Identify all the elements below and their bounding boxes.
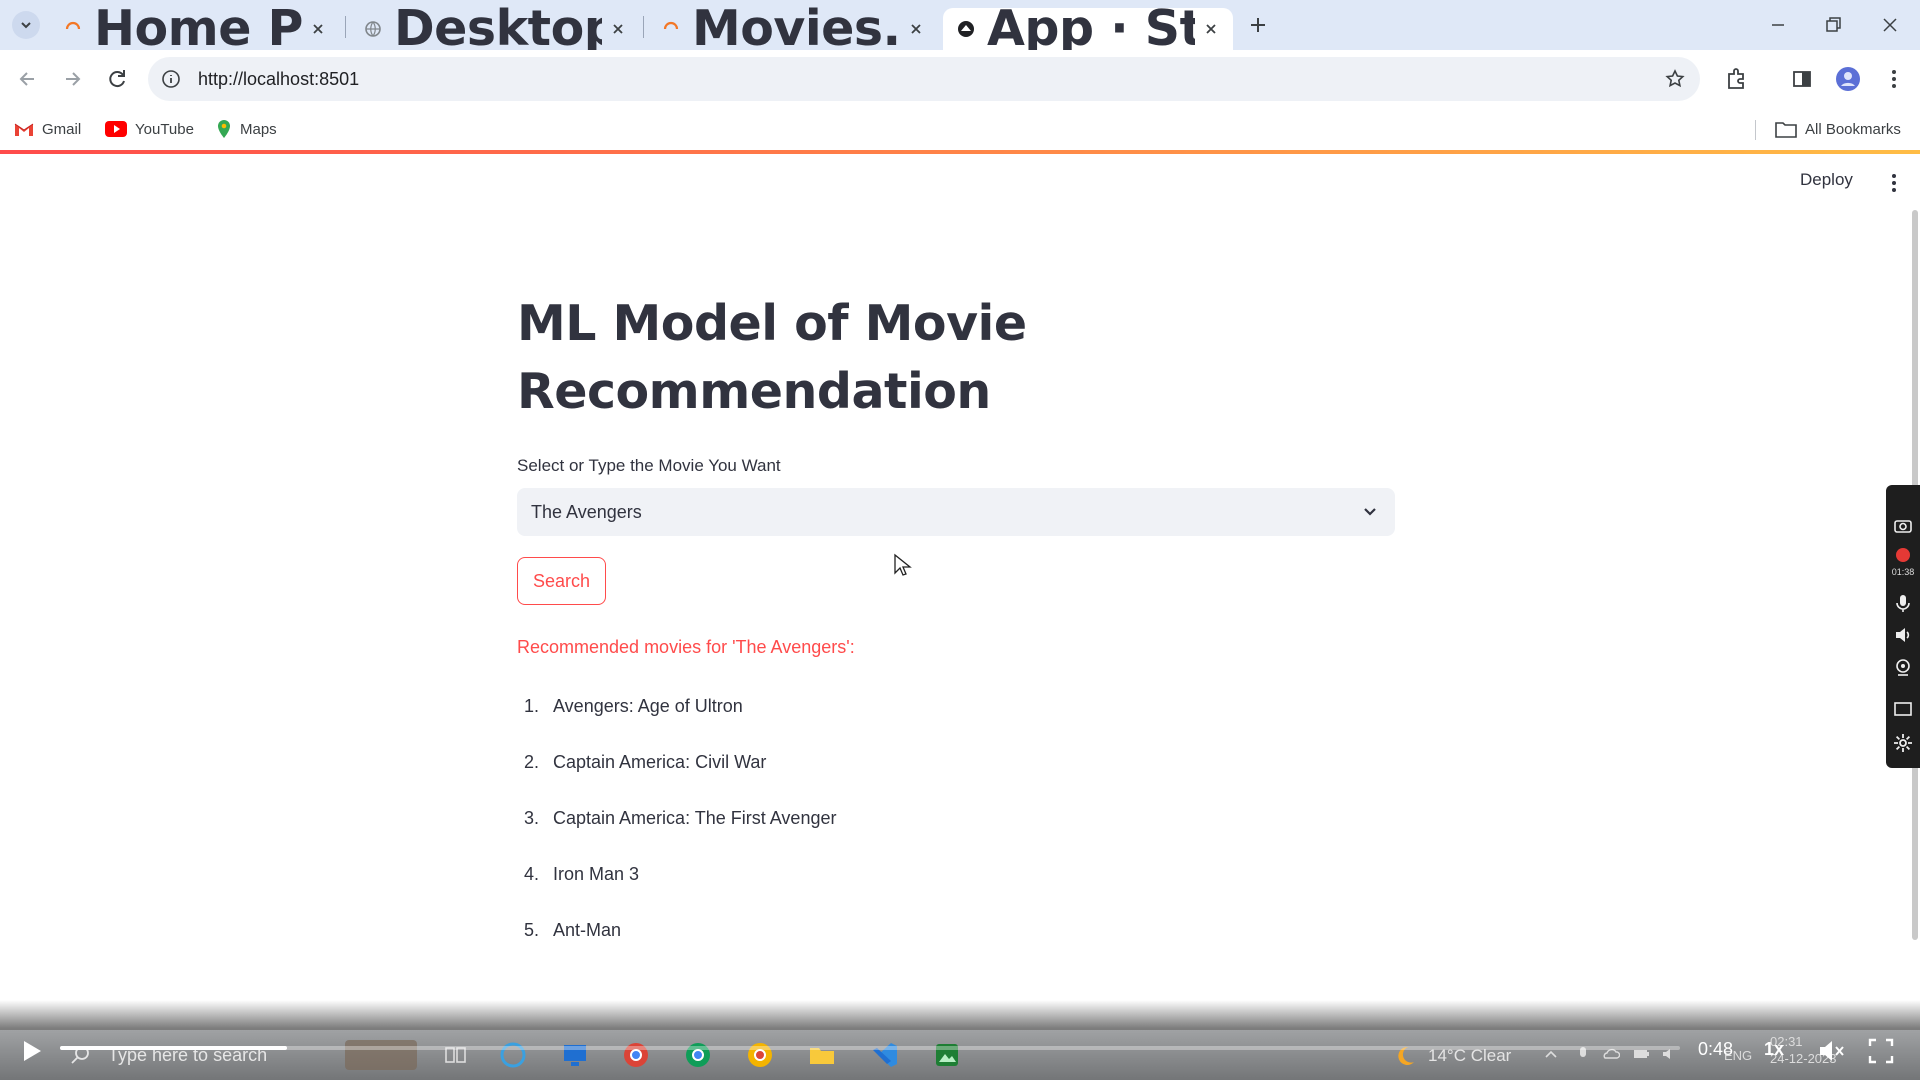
- streamlit-icon: [958, 21, 974, 37]
- microphone-icon[interactable]: [1893, 593, 1913, 613]
- camera-icon[interactable]: [1893, 515, 1913, 535]
- movie-select-value: The Avengers: [531, 501, 642, 522]
- tab-streamlit-app[interactable]: App · Streamlit: [943, 0, 1233, 57]
- maps-icon: [218, 120, 230, 138]
- chrome-alt-icon[interactable]: [745, 1040, 775, 1070]
- taskbar-search[interactable]: Type here to search: [70, 1034, 340, 1076]
- close-icon[interactable]: [310, 21, 326, 37]
- url-text[interactable]: http://localhost:8501: [198, 69, 359, 90]
- jupyter-icon: [663, 21, 679, 30]
- list-item: 5. Ant-Man: [523, 919, 622, 940]
- play-icon[interactable]: [16, 1036, 46, 1066]
- site-info-icon[interactable]: [160, 68, 182, 90]
- main-content: ML Model of Movie Recommendation Select …: [517, 290, 1395, 958]
- file-explorer-icon[interactable]: [807, 1040, 837, 1070]
- minimize-icon[interactable]: [1765, 12, 1791, 38]
- playback-speed-button[interactable]: 1x: [1764, 1039, 1784, 1060]
- bookmark-gmail[interactable]: Gmail: [14, 117, 81, 141]
- back-icon[interactable]: [14, 65, 42, 93]
- chrome-icon[interactable]: [621, 1040, 651, 1070]
- video-progress-bar[interactable]: [60, 1046, 1680, 1050]
- new-tab-icon[interactable]: [1245, 12, 1271, 38]
- globe-icon: [365, 21, 381, 37]
- screen-recorder-panel: 01:38: [1886, 485, 1920, 768]
- settings-gear-icon[interactable]: [1893, 733, 1913, 753]
- folder-icon: [1775, 122, 1797, 138]
- movie-select-label: Select or Type the Movie You Want: [517, 456, 781, 475]
- movie-select[interactable]: The Avengers: [517, 488, 1395, 536]
- screen-area-icon[interactable]: [1893, 699, 1913, 719]
- image-app-icon[interactable]: [932, 1040, 962, 1070]
- desktop-app-icon[interactable]: [560, 1040, 590, 1070]
- tab-search-button[interactable]: [12, 11, 40, 39]
- jupyter-icon: [65, 21, 81, 30]
- gmail-icon: [14, 123, 34, 136]
- forward-icon[interactable]: [58, 65, 86, 93]
- mouse-cursor-icon: [894, 553, 912, 576]
- bookmark-maps[interactable]: Maps: [216, 117, 277, 141]
- side-panel-icon[interactable]: [1788, 65, 1816, 93]
- address-bar[interactable]: http://localhost:8501: [148, 57, 1700, 101]
- tab-movies-notebook[interactable]: Movies.ipynb - JupyterLab: [648, 0, 938, 57]
- vscode-icon[interactable]: [870, 1040, 900, 1070]
- tab-home-page[interactable]: Home Page - Select or create a: [50, 0, 340, 57]
- app-menu-icon[interactable]: [1884, 170, 1904, 196]
- chevron-down-icon[interactable]: [1359, 501, 1381, 523]
- recommendation-list: 1. Avengers: Age of Ultron 2. Captain Amer…: [517, 678, 1395, 958]
- bookmark-youtube[interactable]: YouTube: [105, 117, 194, 141]
- chevron-down-icon: [21, 22, 31, 29]
- app-header: Deploy: [0, 154, 1920, 210]
- list-item: 1. Avengers: Age of Ultron: [523, 695, 743, 716]
- browser-toolbar: http://localhost:8501: [0, 50, 1920, 108]
- close-icon[interactable]: [908, 21, 924, 37]
- edge-browser-icon[interactable]: [498, 1040, 528, 1070]
- browser-menu-icon[interactable]: [1880, 65, 1908, 93]
- close-window-icon[interactable]: [1877, 12, 1903, 38]
- close-icon[interactable]: [610, 21, 626, 37]
- list-item: 4. Iron Man 3: [523, 863, 640, 884]
- video-time: 0:48: [1698, 1039, 1734, 1059]
- search-button[interactable]: Search: [517, 557, 606, 605]
- browser-tab-bar: Home Page - Select or create a Desktop/M…: [0, 0, 1920, 57]
- fullscreen-icon[interactable]: [1866, 1036, 1896, 1066]
- all-bookmarks-button[interactable]: All Bookmarks: [1775, 117, 1901, 141]
- chrome-profile-icon[interactable]: [683, 1040, 713, 1070]
- profile-avatar-icon[interactable]: [1834, 65, 1862, 93]
- restore-icon[interactable]: [1820, 12, 1846, 38]
- page-title: ML Model of Movie Recommendation: [517, 295, 1027, 420]
- list-item: 2. Captain America: Civil War: [523, 751, 767, 772]
- youtube-icon: [105, 121, 127, 137]
- tab-desktop-ml[interactable]: Desktop/ML/: [350, 0, 640, 57]
- close-icon[interactable]: [1203, 21, 1219, 37]
- taskbar-search-highlight-image: [345, 1040, 417, 1070]
- deploy-button[interactable]: Deploy: [1800, 170, 1853, 190]
- video-progress-fill: [60, 1046, 287, 1050]
- mute-icon[interactable]: [1816, 1036, 1846, 1066]
- webcam-icon[interactable]: [1893, 657, 1913, 677]
- task-view-icon[interactable]: [440, 1040, 470, 1070]
- reload-icon[interactable]: [103, 65, 131, 93]
- speaker-icon[interactable]: [1893, 625, 1913, 645]
- list-item: 3. Captain America: The First Avenger: [523, 807, 837, 828]
- recommendation-heading: Recommended movies for 'The Avengers':: [517, 637, 855, 657]
- bookmarks-bar: Gmail YouTube Maps All Bookmarks: [0, 108, 1920, 150]
- record-icon[interactable]: [1893, 545, 1913, 565]
- bookmark-star-icon[interactable]: [1664, 68, 1686, 90]
- extensions-icon[interactable]: [1722, 65, 1750, 93]
